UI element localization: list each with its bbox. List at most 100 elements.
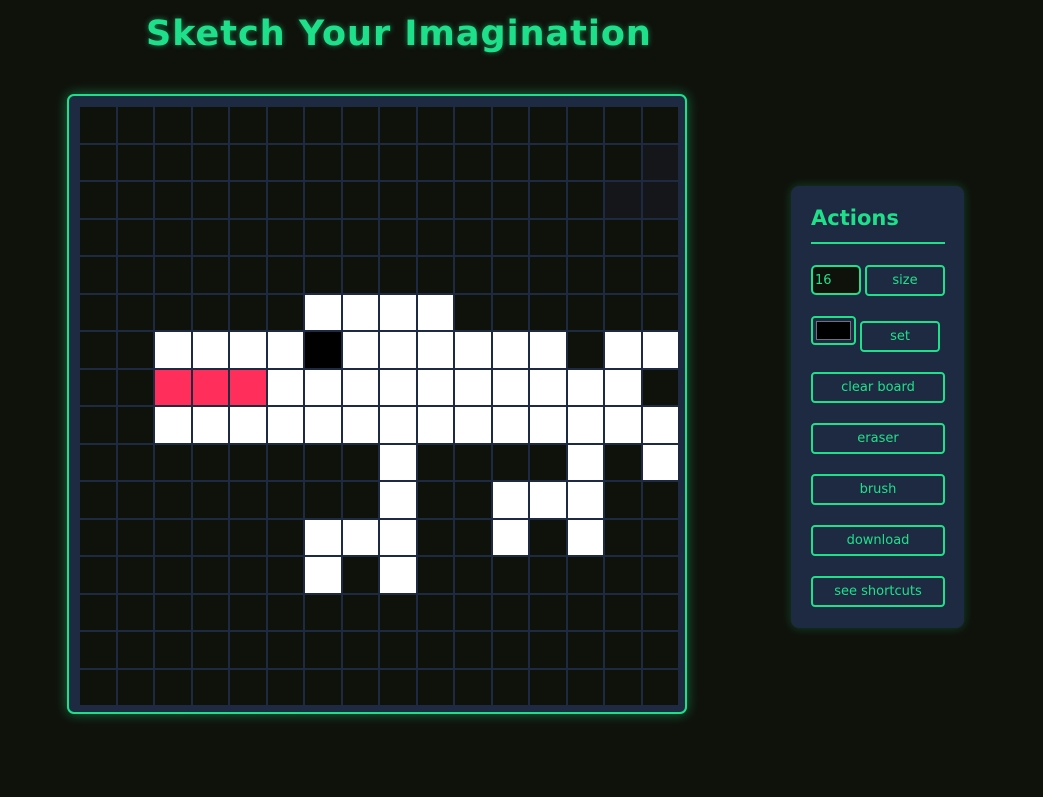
grid-cell[interactable]: [417, 669, 453, 705]
grid-cell[interactable]: [567, 407, 603, 443]
grid-cell[interactable]: [492, 294, 528, 330]
grid-cell[interactable]: [192, 632, 228, 668]
grid-cell[interactable]: [155, 669, 191, 705]
grid-cell[interactable]: [305, 257, 341, 293]
grid-cell[interactable]: [117, 407, 153, 443]
grid-cell[interactable]: [530, 519, 566, 555]
grid-size-input[interactable]: [811, 265, 861, 295]
grid-cell[interactable]: [230, 219, 266, 255]
grid-cell[interactable]: [117, 519, 153, 555]
brush-button[interactable]: brush: [811, 474, 945, 505]
grid-cell[interactable]: [642, 144, 678, 180]
grid-cell[interactable]: [267, 482, 303, 518]
grid-cell[interactable]: [305, 482, 341, 518]
grid-cell[interactable]: [605, 407, 641, 443]
grid-cell[interactable]: [605, 144, 641, 180]
grid-cell[interactable]: [80, 257, 116, 293]
grid-cell[interactable]: [642, 407, 678, 443]
grid-cell[interactable]: [80, 482, 116, 518]
grid-cell[interactable]: [342, 144, 378, 180]
grid-cell[interactable]: [380, 482, 416, 518]
grid-cell[interactable]: [567, 257, 603, 293]
grid-cell[interactable]: [417, 444, 453, 480]
grid-cell[interactable]: [230, 632, 266, 668]
see-shortcuts-button[interactable]: see shortcuts: [811, 576, 945, 607]
grid-cell[interactable]: [267, 182, 303, 218]
download-button[interactable]: download: [811, 525, 945, 556]
grid-cell[interactable]: [492, 144, 528, 180]
grid-cell[interactable]: [605, 369, 641, 405]
grid-cell[interactable]: [230, 332, 266, 368]
grid-cell[interactable]: [567, 294, 603, 330]
grid-cell[interactable]: [380, 369, 416, 405]
grid-cell[interactable]: [380, 594, 416, 630]
grid-cell[interactable]: [192, 519, 228, 555]
grid-cell[interactable]: [305, 332, 341, 368]
grid-cell[interactable]: [642, 332, 678, 368]
eraser-button[interactable]: eraser: [811, 423, 945, 454]
grid-cell[interactable]: [342, 482, 378, 518]
grid-cell[interactable]: [155, 219, 191, 255]
grid-cell[interactable]: [117, 332, 153, 368]
grid-cell[interactable]: [492, 219, 528, 255]
grid-cell[interactable]: [605, 182, 641, 218]
grid-cell[interactable]: [567, 482, 603, 518]
grid-cell[interactable]: [117, 632, 153, 668]
grid-cell[interactable]: [455, 182, 491, 218]
grid-cell[interactable]: [192, 369, 228, 405]
grid-cell[interactable]: [380, 632, 416, 668]
grid-cell[interactable]: [530, 557, 566, 593]
grid-cell[interactable]: [342, 632, 378, 668]
grid-cell[interactable]: [492, 557, 528, 593]
grid-cell[interactable]: [492, 632, 528, 668]
grid-cell[interactable]: [605, 219, 641, 255]
grid-cell[interactable]: [192, 219, 228, 255]
grid-cell[interactable]: [305, 407, 341, 443]
grid-cell[interactable]: [267, 144, 303, 180]
grid-cell[interactable]: [80, 519, 116, 555]
grid-cell[interactable]: [267, 257, 303, 293]
grid-cell[interactable]: [455, 369, 491, 405]
grid-cell[interactable]: [530, 294, 566, 330]
grid-cell[interactable]: [155, 519, 191, 555]
grid-cell[interactable]: [155, 369, 191, 405]
grid-cell[interactable]: [417, 519, 453, 555]
grid-cell[interactable]: [455, 519, 491, 555]
grid-cell[interactable]: [380, 107, 416, 143]
color-picker[interactable]: [811, 316, 856, 345]
grid-cell[interactable]: [230, 257, 266, 293]
grid-cell[interactable]: [192, 332, 228, 368]
grid-cell[interactable]: [117, 144, 153, 180]
grid-cell[interactable]: [605, 257, 641, 293]
grid-cell[interactable]: [305, 669, 341, 705]
grid-cell[interactable]: [380, 144, 416, 180]
grid-cell[interactable]: [417, 294, 453, 330]
grid-cell[interactable]: [230, 594, 266, 630]
grid-cell[interactable]: [80, 294, 116, 330]
grid-cell[interactable]: [530, 144, 566, 180]
grid-cell[interactable]: [530, 482, 566, 518]
grid-cell[interactable]: [267, 669, 303, 705]
grid-cell[interactable]: [455, 407, 491, 443]
grid-cell[interactable]: [642, 519, 678, 555]
grid-cell[interactable]: [305, 519, 341, 555]
grid-cell[interactable]: [80, 369, 116, 405]
grid-cell[interactable]: [455, 332, 491, 368]
grid-cell[interactable]: [192, 407, 228, 443]
grid-cell[interactable]: [267, 407, 303, 443]
grid-cell[interactable]: [80, 444, 116, 480]
grid-cell[interactable]: [492, 669, 528, 705]
grid-cell[interactable]: [230, 107, 266, 143]
grid-cell[interactable]: [305, 557, 341, 593]
grid-cell[interactable]: [80, 144, 116, 180]
grid-cell[interactable]: [230, 519, 266, 555]
grid-cell[interactable]: [605, 632, 641, 668]
grid-cell[interactable]: [155, 332, 191, 368]
grid-cell[interactable]: [80, 182, 116, 218]
grid-cell[interactable]: [230, 144, 266, 180]
grid-cell[interactable]: [155, 294, 191, 330]
grid-cell[interactable]: [417, 407, 453, 443]
grid-cell[interactable]: [455, 557, 491, 593]
grid-cell[interactable]: [155, 407, 191, 443]
grid-cell[interactable]: [642, 369, 678, 405]
